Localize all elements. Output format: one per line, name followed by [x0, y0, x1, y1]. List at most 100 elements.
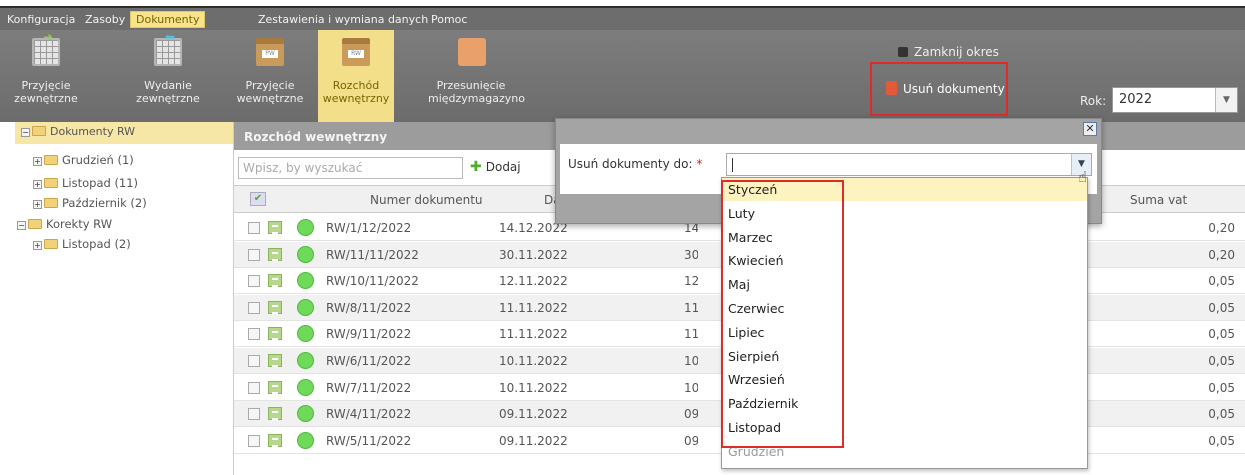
button-label-line2: wewnętrzne: [236, 92, 304, 105]
tree-header[interactable]: − Dokumenty RW: [15, 122, 233, 144]
tree-header-label: Dokumenty RW: [50, 125, 136, 138]
row-checkbox[interactable]: [248, 222, 260, 234]
document-icon[interactable]: [268, 407, 282, 421]
folder-icon: [44, 178, 58, 188]
delete-to-text: Usuń dokumenty do:: [568, 157, 693, 171]
button-label-line1: Rozchód: [332, 79, 380, 92]
month-select-input[interactable]: ▼: [726, 153, 1092, 176]
row-checkbox[interactable]: [248, 275, 260, 288]
document-icon[interactable]: [268, 274, 282, 288]
required-marker: *: [696, 157, 703, 171]
doc-number: RW/11/11/2022: [326, 247, 419, 262]
hand-cursor-icon: ☝: [1078, 168, 1088, 186]
folder-icon: [32, 126, 46, 136]
highlight-box: [721, 180, 844, 448]
menu-pomoc[interactable]: Pomoc: [426, 11, 472, 28]
document-icon[interactable]: [268, 433, 282, 447]
doc-number: RW/9/11/2022: [326, 327, 412, 342]
col-suma-vat[interactable]: Suma vat: [1130, 193, 1187, 207]
expand-icon[interactable]: +: [33, 180, 42, 189]
status-dot-icon: [297, 219, 314, 236]
menu-konfiguracja[interactable]: Konfiguracja: [2, 11, 80, 28]
status-dot-icon: [297, 298, 314, 316]
row-checkbox[interactable]: [248, 408, 260, 421]
doc-date-2: 10.1: [684, 354, 698, 368]
doc-date-2: 12.1: [684, 274, 698, 289]
folder-icon: [44, 239, 58, 249]
doc-date: 30.11.2022: [499, 247, 568, 262]
doc-date: 10.11.2022: [499, 380, 568, 395]
menu-zestawienia[interactable]: Zestawienia i wymiana danych: [253, 11, 433, 28]
document-icon[interactable]: [268, 221, 282, 234]
lock-icon: [898, 47, 908, 57]
button-label-line2: zewnętrzne: [136, 92, 200, 105]
tree-item-korekty-listopad[interactable]: + Listopad (2): [33, 236, 131, 252]
collapse-icon[interactable]: −: [17, 221, 26, 230]
document-icon[interactable]: [268, 300, 282, 314]
expand-icon[interactable]: +: [33, 157, 42, 166]
zamknij-okres-button[interactable]: Zamknij okres: [898, 45, 999, 59]
col-numer-dokumentu[interactable]: Numer dokumentu: [370, 193, 483, 207]
vat-sum: 0,05: [1208, 327, 1235, 342]
select-all-checkbox[interactable]: ✔: [250, 192, 266, 206]
arrow-right-icon: ➜: [42, 30, 54, 44]
vat-sum: 0,20: [1208, 221, 1235, 235]
doc-date: 11.11.2022: [499, 327, 568, 342]
box-rw-icon: RW: [342, 38, 370, 66]
tree-item-pazdziernik[interactable]: + Październik (2): [33, 195, 147, 211]
vat-sum: 0,05: [1208, 300, 1235, 315]
document-icon[interactable]: [268, 354, 282, 367]
przesuniecie-button[interactable]: Przesunięcie międzymagazyno: [428, 30, 525, 122]
doc-date-2: 30.1: [684, 247, 698, 262]
arrow-left-icon: ⬅: [164, 30, 176, 44]
plus-icon: ✚: [470, 159, 482, 175]
przyjecie-wewnetrzne-button[interactable]: PW Przyjęcie wewnętrzne: [232, 30, 308, 122]
tree-item-korekty[interactable]: − Korekty RW: [17, 216, 112, 232]
row-checkbox[interactable]: [248, 248, 260, 261]
document-tree: − Dokumenty RW + Grudzień (1) + Listopad (1…: [15, 122, 234, 475]
vat-sum: 0,05: [1208, 407, 1235, 422]
wydanie-zewnetrzne-button[interactable]: ⬅ Wydanie zewnętrzne: [130, 30, 206, 122]
rozchod-wewnetrzny-button[interactable]: RW Rozchód wewnętrzny: [318, 30, 394, 122]
menu-zasoby[interactable]: Zasoby: [80, 11, 130, 28]
tree-item-grudzien[interactable]: + Grudzień (1): [33, 152, 134, 168]
month-dropdown-list: Styczeń Luty Marzec Kwiecień Maj Czerwiec Lipi…: [721, 177, 1088, 469]
add-button[interactable]: ✚ Dodaj: [470, 159, 521, 175]
status-dot-icon: [297, 378, 314, 396]
menu-dokumenty[interactable]: Dokumenty: [130, 11, 206, 28]
row-checkbox[interactable]: [248, 381, 260, 394]
row-checkbox[interactable]: [248, 301, 260, 314]
document-icon[interactable]: [268, 247, 282, 261]
close-icon[interactable]: ✕: [1083, 122, 1097, 136]
row-checkbox[interactable]: [248, 328, 260, 341]
folder-icon: [44, 155, 58, 165]
expand-icon[interactable]: +: [33, 200, 42, 209]
menu-bar: Konfiguracja Zasoby Dokumenty Zestawieni…: [0, 6, 1245, 30]
tree-item-label: Korekty RW: [46, 217, 113, 231]
expand-icon[interactable]: +: [33, 241, 42, 250]
doc-date-2: 11.1: [684, 300, 698, 315]
row-checkbox[interactable]: [248, 434, 260, 447]
rok-select[interactable]: 2022 ▼: [1112, 87, 1238, 113]
usun-dokumenty-button[interactable]: Usuń dokumenty: [870, 62, 1008, 116]
doc-number: RW/8/11/2022: [326, 300, 412, 315]
doc-number: RW/7/11/2022: [326, 380, 412, 395]
chevron-down-icon[interactable]: ▼: [1215, 88, 1237, 112]
doc-number: RW/4/11/2022: [326, 407, 412, 422]
doc-number: RW/5/11/2022: [326, 433, 412, 448]
collapse-icon[interactable]: −: [21, 128, 30, 137]
search-input[interactable]: Wpisz, by wyszukać: [238, 157, 463, 179]
document-icon[interactable]: [268, 327, 282, 341]
delete-icon: [886, 81, 897, 95]
tree-item-listopad[interactable]: + Listopad (11): [33, 175, 138, 191]
button-label-line2: międzymagazyno: [428, 92, 525, 105]
przyjecie-zewnetrzne-button[interactable]: ➜ Przyjęcie zewnętrzne: [8, 30, 84, 122]
delete-to-label: Usuń dokumenty do: *: [568, 157, 702, 171]
vat-sum: 0,05: [1208, 274, 1235, 289]
vat-sum: 0,05: [1208, 354, 1235, 368]
document-icon[interactable]: [268, 380, 282, 394]
doc-date-2: 10.1: [684, 380, 698, 395]
status-dot-icon: [297, 325, 314, 343]
doc-date: 09.11.2022: [499, 433, 568, 448]
row-checkbox[interactable]: [248, 355, 260, 367]
